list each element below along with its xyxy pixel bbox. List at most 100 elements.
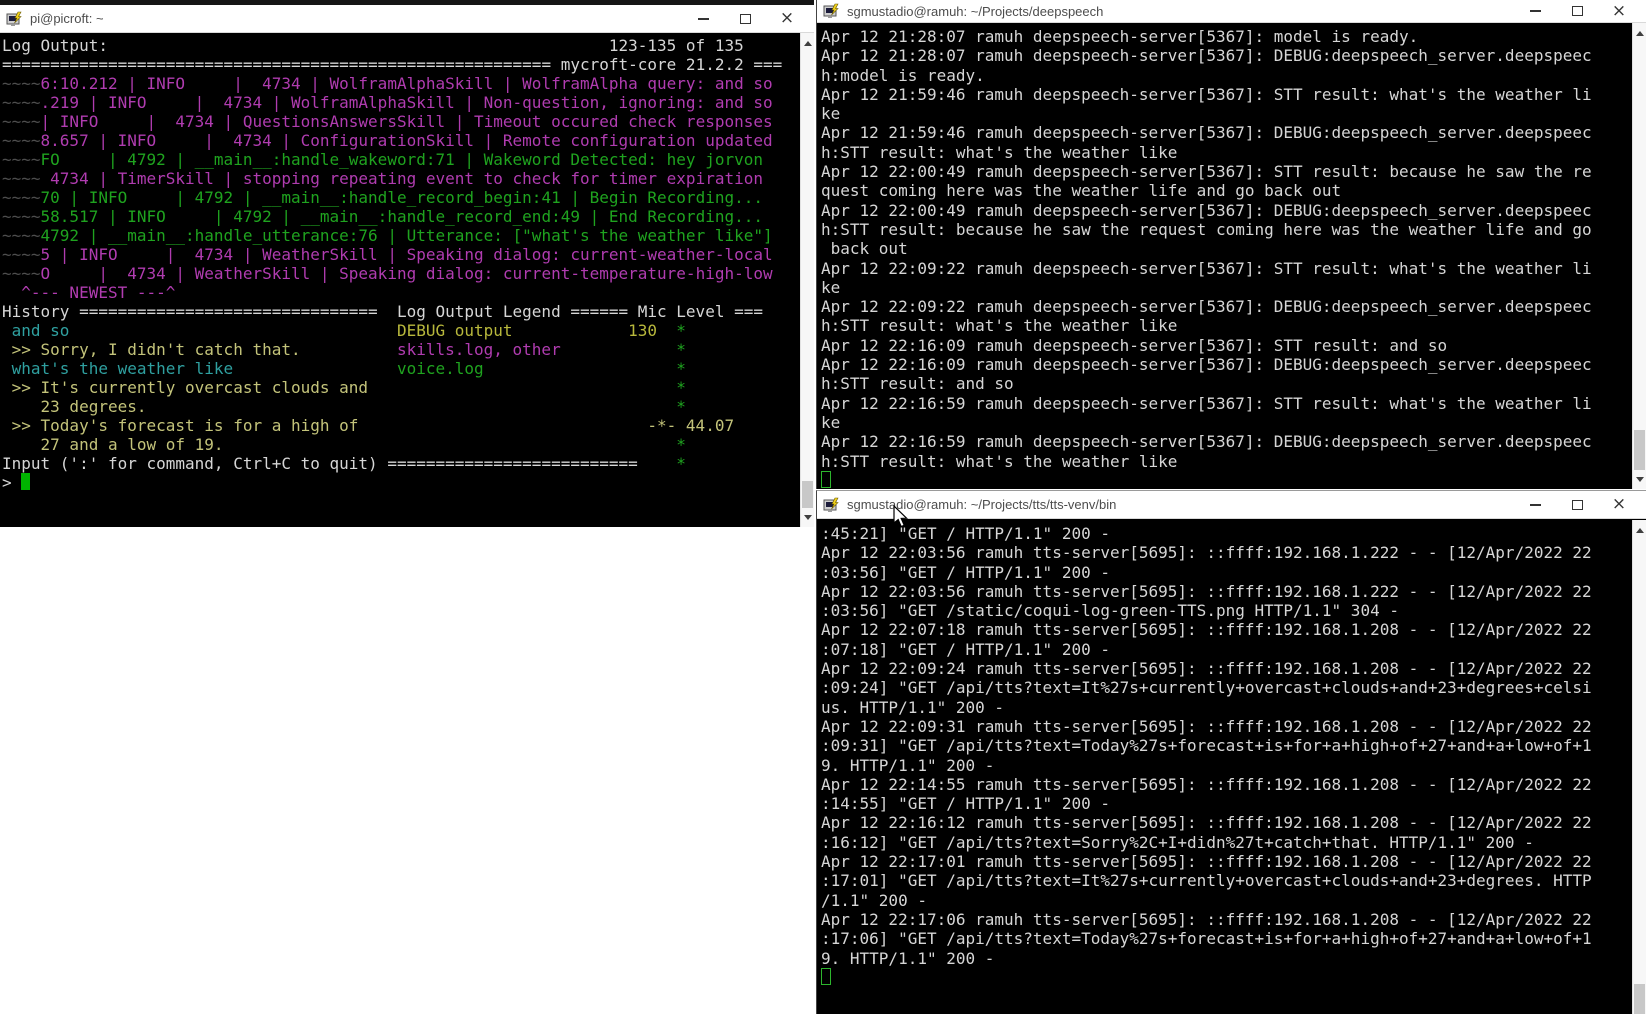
- window-controls: ×: [1514, 0, 1640, 22]
- terminal-line: Apr 12 21:28:07 ramuh deepspeech-server[…: [821, 27, 1632, 46]
- scroll-up-arrow[interactable]: [801, 35, 814, 51]
- terminal-text: Apr 12 22:09:22 ramuh deepspeech-server[…: [821, 297, 1592, 316]
- terminal-cursor: [821, 968, 831, 985]
- terminal-text: skills.log, other: [397, 340, 561, 359]
- terminal-text: ~~~~: [2, 150, 41, 169]
- terminal-line: ========================================…: [2, 55, 800, 74]
- terminal-text: Apr 12 22:17:06 ramuh tts-server[5695]: …: [821, 910, 1592, 929]
- terminal-line: h:STT result: and so: [821, 374, 1632, 393]
- scroll-thumb[interactable]: [1634, 984, 1645, 1014]
- terminal-text: what's the weather like: [2, 359, 233, 378]
- terminal-text: :07:18] "GET / HTTP/1.1" 200 -: [821, 640, 1110, 659]
- close-button[interactable]: ×: [1598, 0, 1640, 22]
- terminal-line: ~~~~| INFO | 4734 | QuestionsAnswersSkil…: [2, 112, 800, 131]
- terminal-line: Apr 12 21:28:07 ramuh deepspeech-server[…: [821, 46, 1632, 65]
- terminal-line: ~~~~O | 4734 | WeatherSkill | Speaking d…: [2, 264, 800, 283]
- picroft-titlebar[interactable]: pi@picroft: ~ ×: [0, 5, 814, 33]
- minimize-button[interactable]: [1514, 491, 1556, 518]
- terminal-text: Apr 12 22:03:56 ramuh tts-server[5695]: …: [821, 543, 1592, 562]
- terminal-line: >> Today's forecast is for a high of-*- …: [2, 416, 800, 435]
- deepspeech-titlebar[interactable]: sgmustadio@ramuh: ~/Projects/deepspeech …: [817, 0, 1646, 23]
- terminal-text: Apr 12 22:16:59 ramuh deepspeech-server[…: [821, 432, 1592, 451]
- deepspeech-terminal-content[interactable]: Apr 12 21:28:07 ramuh deepspeech-server[…: [817, 23, 1632, 489]
- terminal-text: h:STT result: what's the weather like: [821, 452, 1177, 471]
- close-button[interactable]: ×: [766, 5, 808, 32]
- scroll-up-arrow[interactable]: [1633, 25, 1646, 41]
- maximize-icon: [1572, 500, 1583, 510]
- terminal-line: Apr 12 22:14:55 ramuh tts-server[5695]: …: [821, 775, 1632, 794]
- terminal-text: 8.657 | INFO | 4734 | ConfigurationSkill…: [41, 131, 773, 150]
- terminal-text: ~~~~: [2, 264, 41, 283]
- terminal-line: ~~~~FO | 4792 | __main__:handle_wakeword…: [2, 150, 800, 169]
- deepspeech-terminal-window: sgmustadio@ramuh: ~/Projects/deepspeech …: [816, 0, 1646, 489]
- terminal-line: Apr 12 21:59:46 ramuh deepspeech-server[…: [821, 123, 1632, 142]
- terminal-line: Apr 12 22:09:22 ramuh deepspeech-server[…: [821, 259, 1632, 278]
- terminal-text: >> Sorry, I didn't catch that.: [2, 340, 301, 359]
- terminal-text: :45:21] "GET / HTTP/1.1" 200 -: [821, 524, 1110, 543]
- terminal-text: back out: [821, 239, 908, 258]
- terminal-text: *: [676, 435, 686, 454]
- terminal-text: Apr 12 22:09:22 ramuh deepspeech-server[…: [821, 259, 1592, 278]
- maximize-button[interactable]: [724, 5, 766, 32]
- terminal-line: Apr 12 22:07:18 ramuh tts-server[5695]: …: [821, 620, 1632, 639]
- terminal-text: *: [676, 321, 686, 340]
- terminal-text: Apr 12 22:16:09 ramuh deepspeech-server[…: [821, 355, 1592, 374]
- terminal-text: ~~~~: [2, 74, 41, 93]
- terminal-line: Apr 12 22:17:06 ramuh tts-server[5695]: …: [821, 910, 1632, 929]
- terminal-text: ~~~~: [2, 131, 41, 150]
- minimize-button[interactable]: [1514, 0, 1556, 22]
- terminal-text: Apr 12 22:16:09 ramuh deepspeech-server[…: [821, 336, 1447, 355]
- terminal-text: ~~~~: [2, 169, 41, 188]
- terminal-line: Apr 12 22:16:59 ramuh deepspeech-server[…: [821, 394, 1632, 413]
- close-icon: ×: [780, 10, 794, 27]
- terminal-text: :17:06] "GET /api/tts?text=Today%27s+for…: [821, 929, 1592, 948]
- terminal-text: 123-135 of 135: [609, 36, 744, 55]
- terminal-line: h:model is ready.: [821, 66, 1632, 85]
- terminal-line: Apr 12 22:16:12 ramuh tts-server[5695]: …: [821, 813, 1632, 832]
- picroft-scrollbar[interactable]: [800, 33, 814, 527]
- scroll-down-arrow[interactable]: [801, 509, 814, 525]
- terminal-line: what's the weather likevoice.log*: [2, 359, 800, 378]
- window-title: sgmustadio@ramuh: ~/Projects/tts/tts-ven…: [847, 497, 1116, 512]
- terminal-line: Apr 12 22:09:24 ramuh tts-server[5695]: …: [821, 659, 1632, 678]
- terminal-text: 9. HTTP/1.1" 200 -: [821, 949, 994, 968]
- tts-terminal-content[interactable]: :45:21] "GET / HTTP/1.1" 200 -Apr 12 22:…: [817, 520, 1632, 1014]
- terminal-line: ke: [821, 278, 1632, 297]
- terminal-text: >: [2, 473, 21, 492]
- terminal-line: ~~~~8.657 | INFO | 4734 | ConfigurationS…: [2, 131, 800, 150]
- terminal-text: *: [676, 454, 686, 473]
- minimize-button[interactable]: [682, 5, 724, 32]
- scroll-down-arrow[interactable]: [1633, 471, 1646, 487]
- scroll-thumb[interactable]: [802, 481, 813, 508]
- deepspeech-scrollbar[interactable]: [1632, 23, 1646, 489]
- putty-icon[interactable]: [6, 10, 24, 28]
- picroft-terminal-content[interactable]: Log Output:123-135 of 135===============…: [0, 33, 800, 527]
- terminal-line: 9. HTTP/1.1" 200 -: [821, 756, 1632, 775]
- terminal-line: Apr 12 22:00:49 ramuh deepspeech-server[…: [821, 201, 1632, 220]
- terminal-line: :09:24] "GET /api/tts?text=It%27s+curren…: [821, 678, 1632, 697]
- terminal-text: History ===============================: [2, 302, 378, 321]
- terminal-line: h:STT result: because he saw the request…: [821, 220, 1632, 239]
- terminal-line: ~~~~.219 | INFO | 4734 | WolframAlphaSki…: [2, 93, 800, 112]
- terminal-line: :09:31] "GET /api/tts?text=Today%27s+for…: [821, 736, 1632, 755]
- terminal-text: ========================================…: [2, 55, 782, 74]
- terminal-text: ^--- NEWEST ---^: [2, 283, 175, 302]
- putty-icon[interactable]: [823, 496, 841, 514]
- terminal-text: :09:24] "GET /api/tts?text=It%27s+curren…: [821, 678, 1592, 697]
- maximize-icon: [740, 14, 751, 24]
- maximize-button[interactable]: [1556, 0, 1598, 22]
- terminal-text: | INFO | 4734 | QuestionsAnswersSkill | …: [41, 112, 773, 131]
- putty-icon[interactable]: [823, 2, 841, 20]
- terminal-line: Apr 12 21:59:46 ramuh deepspeech-server[…: [821, 85, 1632, 104]
- terminal-line: back out: [821, 239, 1632, 258]
- terminal-text: Apr 12 21:59:46 ramuh deepspeech-server[…: [821, 123, 1592, 142]
- terminal-text: >> It's currently overcast clouds and: [2, 378, 368, 397]
- scroll-thumb[interactable]: [1634, 430, 1645, 470]
- tts-scrollbar[interactable]: [1632, 520, 1646, 1014]
- close-button[interactable]: ×: [1598, 491, 1640, 518]
- tts-titlebar[interactable]: sgmustadio@ramuh: ~/Projects/tts/tts-ven…: [817, 491, 1646, 519]
- maximize-button[interactable]: [1556, 491, 1598, 518]
- terminal-text: *: [676, 378, 686, 397]
- scroll-up-arrow[interactable]: [1633, 522, 1646, 538]
- mouse-cursor: [893, 505, 910, 529]
